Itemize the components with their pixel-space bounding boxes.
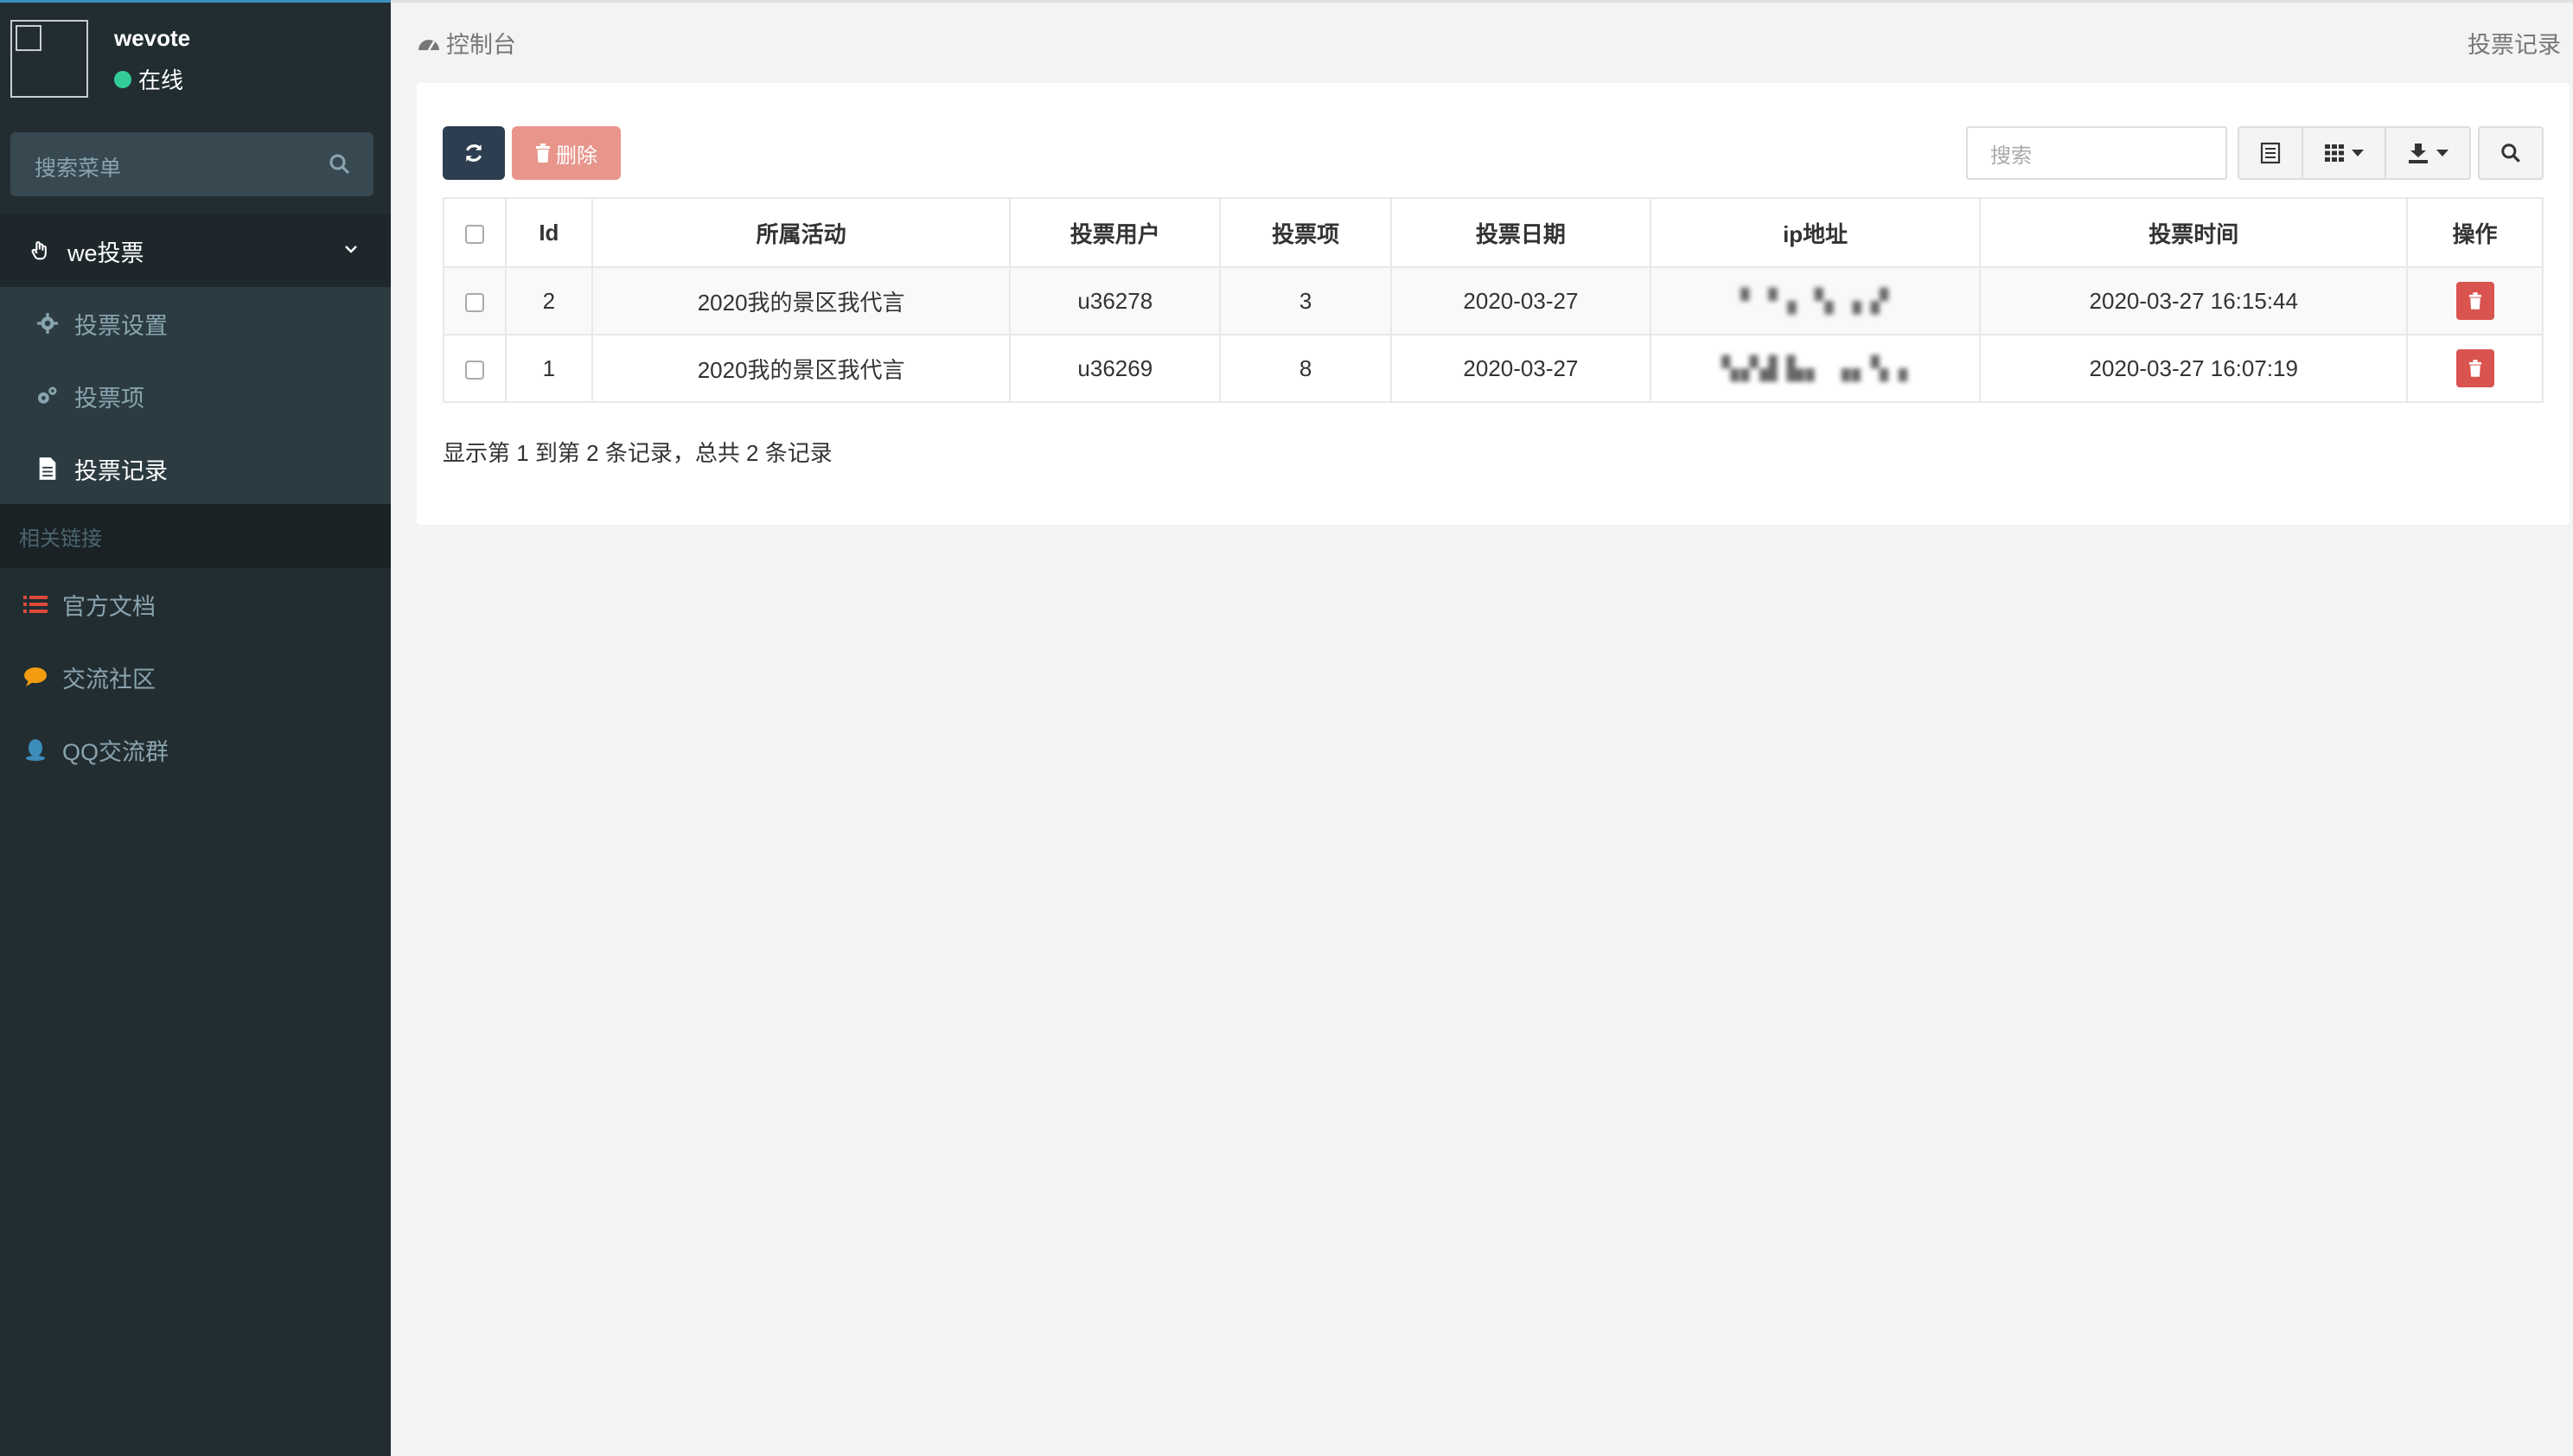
- list-icon: [22, 591, 48, 617]
- user-panel: wevote 在线: [0, 3, 391, 119]
- grid-icon: [2325, 144, 2344, 162]
- sidebar-link-label: QQ交流群: [62, 738, 169, 765]
- row-select-cell[interactable]: [443, 334, 507, 403]
- qq-icon: [22, 737, 48, 763]
- select-all-cell[interactable]: [443, 197, 507, 268]
- advanced-search-button[interactable]: [2478, 126, 2544, 180]
- cell-date: 2020-03-27: [1390, 266, 1651, 335]
- avatar[interactable]: [10, 20, 88, 98]
- pagination-summary: 显示第 1 到第 2 条记录，总共 2 条记录: [443, 440, 833, 466]
- cell-id: 1: [504, 334, 593, 403]
- sidebar-link-community[interactable]: 交流社区: [0, 641, 391, 713]
- comment-icon: [22, 664, 48, 690]
- file-icon: [35, 456, 61, 482]
- cell-ip: ▘▝▗ ▝▖▗ ▞: [1649, 266, 1982, 335]
- ip-value: ▘▝▗ ▝▖▗ ▞: [1740, 287, 1890, 314]
- row-delete-button[interactable]: [2455, 282, 2494, 320]
- cell-date: 2020-03-27: [1390, 334, 1651, 403]
- chevron-down-icon: [345, 246, 357, 253]
- row-checkbox[interactable]: [464, 360, 484, 380]
- sidebar-item-vote-records[interactable]: 投票记录: [0, 432, 391, 505]
- cell-activity: 2020我的景区我代言: [591, 334, 1012, 403]
- cell-time: 2020-03-27 16:07:19: [1979, 334, 2409, 403]
- table-header-row: Id 所属活动 投票用户 投票项 投票日期 ip地址 投票时间 操作: [443, 197, 2544, 268]
- search-icon: [2501, 144, 2520, 163]
- gears-icon: [35, 383, 61, 409]
- column-header[interactable]: ip地址: [1649, 197, 1982, 268]
- row-checkbox[interactable]: [464, 292, 484, 312]
- columns-button[interactable]: [2302, 126, 2386, 180]
- main-panel: 删除 搜索 Id 所属活动 投票用户 投票项 投票日期 ip地址 投票时间 操作…: [417, 83, 2570, 525]
- sidebar-item-label: 投票记录: [74, 457, 168, 484]
- cell-activity: 2020我的景区我代言: [591, 266, 1012, 335]
- online-dot-icon: [114, 70, 131, 88]
- user-status: 在线: [114, 63, 183, 95]
- user-name: wevote: [114, 25, 191, 51]
- sidebar-search[interactable]: 搜索菜单: [10, 132, 374, 196]
- column-header[interactable]: 所属活动: [591, 197, 1012, 268]
- search-icon[interactable]: [327, 151, 353, 177]
- export-button[interactable]: [2385, 126, 2471, 180]
- sidebar-search-input[interactable]: 搜索菜单: [35, 151, 121, 182]
- avatar-placeholder: [16, 25, 42, 51]
- cell-ip: ▚▞▟ ▙▖ ▗▖▚▗: [1649, 334, 1982, 403]
- table-row[interactable]: 2 2020我的景区我代言 u36278 3 2020-03-27 ▘▝▗ ▝▖…: [443, 266, 2544, 335]
- select-all-checkbox[interactable]: [464, 224, 484, 244]
- page-title: 投票记录: [2468, 32, 2561, 58]
- sidebar-link-qq[interactable]: QQ交流群: [0, 713, 391, 786]
- cell-time: 2020-03-27 16:15:44: [1979, 266, 2409, 335]
- chevron-down-icon: [2436, 150, 2448, 156]
- dashboard-icon: [418, 39, 439, 51]
- sidebar-item-vote-settings[interactable]: 投票设置: [0, 287, 391, 360]
- status-label: 在线: [138, 67, 184, 93]
- column-header: 操作: [2406, 197, 2544, 268]
- sidebar-link-label: 官方文档: [62, 593, 156, 620]
- menu-group-label: we投票: [67, 239, 144, 266]
- column-header[interactable]: 投票项: [1219, 197, 1393, 268]
- trash-icon: [2468, 292, 2481, 310]
- section-header-links: 相关链接: [0, 504, 391, 568]
- column-header[interactable]: Id: [504, 197, 593, 268]
- delete-button[interactable]: 删除: [512, 126, 621, 180]
- trash-icon: [536, 144, 550, 163]
- chevron-down-icon: [2352, 150, 2364, 156]
- column-header[interactable]: 投票日期: [1390, 197, 1651, 268]
- sidebar: wevote 在线 搜索菜单 we投票 投票设置 投票项 投票记录 相关链接 官…: [0, 0, 391, 1456]
- sidebar-item-label: 投票项: [74, 385, 144, 412]
- refresh-button[interactable]: [443, 126, 505, 180]
- sidebar-link-label: 交流社区: [62, 666, 156, 693]
- hand-icon: [28, 238, 54, 264]
- cell-actions: [2406, 334, 2544, 403]
- gear-icon: [35, 310, 61, 336]
- list-alt-icon: [2260, 142, 2281, 164]
- top-divider: [391, 0, 2573, 3]
- download-icon: [2409, 144, 2428, 163]
- row-select-cell[interactable]: [443, 266, 507, 335]
- cell-user: u36269: [1009, 334, 1222, 403]
- cell-item: 3: [1219, 266, 1393, 335]
- content-header: 控制台 投票记录: [391, 0, 2573, 83]
- breadcrumb[interactable]: 控制台: [417, 26, 516, 60]
- trash-icon: [2468, 360, 2481, 377]
- table-search-input[interactable]: 搜索: [1966, 126, 2227, 180]
- cell-actions: [2406, 266, 2544, 335]
- delete-label: 删除: [556, 144, 597, 168]
- cell-user: u36278: [1009, 266, 1222, 335]
- sidebar-item-label: 投票设置: [74, 312, 168, 339]
- cell-id: 2: [504, 266, 593, 335]
- toggle-view-button[interactable]: [2238, 126, 2303, 180]
- menu-group-wevote[interactable]: we投票: [0, 214, 391, 287]
- cell-item: 8: [1219, 334, 1393, 403]
- row-delete-button[interactable]: [2455, 349, 2494, 387]
- sidebar-item-vote-options[interactable]: 投票项: [0, 360, 391, 432]
- column-header[interactable]: 投票时间: [1979, 197, 2409, 268]
- sidebar-link-docs[interactable]: 官方文档: [0, 568, 391, 641]
- ip-value: ▚▞▟ ▙▖ ▗▖▚▗: [1721, 354, 1909, 381]
- records-table: Id 所属活动 投票用户 投票项 投票日期 ip地址 投票时间 操作 2 202…: [443, 197, 2544, 403]
- table-row[interactable]: 1 2020我的景区我代言 u36269 8 2020-03-27 ▚▞▟ ▙▖…: [443, 334, 2544, 403]
- column-header[interactable]: 投票用户: [1009, 197, 1222, 268]
- refresh-icon: [465, 144, 482, 162]
- breadcrumb-label[interactable]: 控制台: [446, 26, 516, 60]
